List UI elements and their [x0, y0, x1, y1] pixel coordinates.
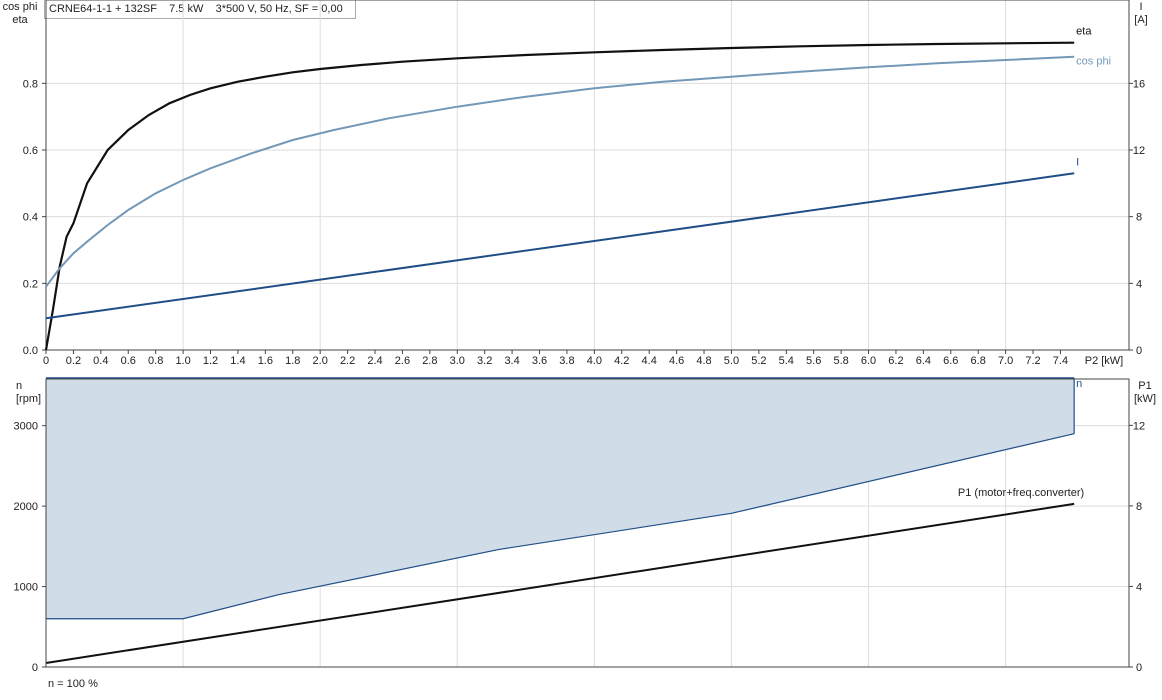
x-tick-label: 2.0: [313, 355, 328, 367]
x-tick-label: 5.4: [779, 355, 794, 367]
x-tick-label: 3.0: [450, 355, 465, 367]
footer-note: n = 100 %: [48, 678, 98, 690]
series-label-n: n: [1076, 378, 1082, 390]
x-tick-label: 0.2: [66, 355, 81, 367]
series-label-P1: P1 (motor+freq.converter): [958, 487, 1084, 499]
y-tick-label-right: 8: [1136, 212, 1142, 224]
y-tick-label-right: 16: [1133, 78, 1145, 90]
y-axis-label-left: eta: [12, 14, 28, 26]
y-tick-label-left: 0.0: [23, 345, 38, 357]
x-tick-label: 0.6: [121, 355, 136, 367]
pump-curve-chart: CRNE64-1-1 + 132SF 7.5 kW 3*500 V, 50 Hz…: [0, 0, 1162, 700]
x-axis-label: P2 [kW]: [1085, 355, 1124, 367]
y-tick-label-right: 0: [1136, 662, 1142, 674]
x-tick-label: 4.0: [587, 355, 602, 367]
x-tick-label: 4.6: [669, 355, 684, 367]
y-tick-label-right: 12: [1133, 145, 1145, 157]
x-tick-label: 3.2: [477, 355, 492, 367]
y-tick-label-left: 1000: [14, 582, 38, 594]
x-tick-label: 6.6: [943, 355, 958, 367]
y-axis-label-right: [A]: [1134, 14, 1147, 26]
y-tick-label-right: 8: [1136, 501, 1142, 513]
x-tick-label: 4.8: [696, 355, 711, 367]
x-tick-label: 3.4: [504, 355, 519, 367]
chart-canvas: 0 0.2 0.4 0.6 0.8 1.0 1.2 1.4 1.6 1.8 2.0 2.2 2.4 2.6…: [3, 0, 1156, 690]
y-tick-label-left: 2000: [14, 501, 38, 513]
x-tick-label: 2.8: [422, 355, 437, 367]
x-tick-label: 0: [43, 355, 49, 367]
y-axis-label-right: [kW]: [1134, 393, 1156, 405]
y-tick-label-left: 0.6: [23, 145, 38, 157]
x-tick-label: 0.4: [93, 355, 108, 367]
x-tick-label: 4.4: [642, 355, 657, 367]
x-tick-label: 1.6: [258, 355, 273, 367]
x-tick-label: 2.2: [340, 355, 355, 367]
x-tick-label: 0.8: [148, 355, 163, 367]
y-tick-label-right: 4: [1136, 581, 1142, 593]
y-axis-label-left: [rpm]: [16, 393, 41, 405]
x-tick-label: 6.0: [861, 355, 876, 367]
series-label-eta: eta: [1076, 26, 1092, 38]
series-line-I: [45, 172, 1075, 320]
y-tick-label-left: 3000: [14, 421, 38, 433]
x-tick-label: 3.8: [559, 355, 574, 367]
y-tick-label-left: 0.8: [23, 78, 38, 90]
x-tick-label: 5.8: [833, 355, 848, 367]
x-tick-label: 1.0: [175, 355, 190, 367]
x-tick-label: 1.2: [203, 355, 218, 367]
x-tick-label: 2.4: [367, 355, 382, 367]
x-tick-label: 2.6: [395, 355, 410, 367]
x-tick-label: 1.4: [230, 355, 245, 367]
y-axis-label-left: cos phi: [3, 1, 38, 13]
y-tick-label-left: 0.4: [23, 212, 38, 224]
x-tick-label: 7.4: [1053, 355, 1068, 367]
y-tick-label-left: 0: [32, 662, 38, 674]
x-tick-label: 7.0: [998, 355, 1013, 367]
y-tick-label-left: 0.2: [23, 278, 38, 290]
y-axis-label-right: P1: [1138, 380, 1151, 392]
x-tick-label: 3.6: [532, 355, 547, 367]
y-axis-label-left: n: [16, 380, 22, 392]
y-tick-label-right: 4: [1136, 278, 1142, 290]
y-tick-label-right: 0: [1136, 345, 1142, 357]
x-tick-label: 5.6: [806, 355, 821, 367]
x-tick-label: 1.8: [285, 355, 300, 367]
x-tick-label: 7.2: [1025, 355, 1040, 367]
x-tick-label: 6.2: [888, 355, 903, 367]
y-tick-label-right: 12: [1133, 420, 1145, 432]
x-tick-label: 4.2: [614, 355, 629, 367]
series-label-I: I: [1076, 156, 1079, 168]
y-axis-label-right: I: [1139, 1, 1142, 13]
x-tick-label: 5.2: [751, 355, 766, 367]
series-line-eta: [44, 41, 1075, 351]
x-tick-label: 6.4: [916, 355, 931, 367]
x-tick-label: 5.0: [724, 355, 739, 367]
x-tick-label: 6.8: [971, 355, 986, 367]
series-label-cos-phi: cos phi: [1076, 56, 1111, 68]
